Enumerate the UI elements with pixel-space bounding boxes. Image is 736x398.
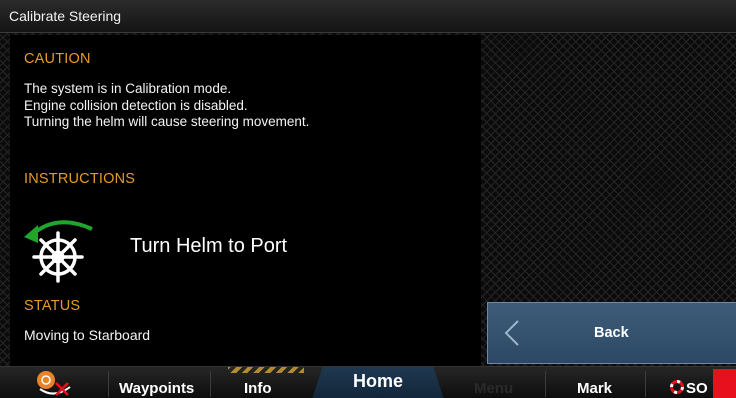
tab-menu-label: Menu: [474, 380, 514, 397]
tab-info-label: Info: [244, 380, 272, 397]
calibration-panel: CAUTION The system is in Calibration mod…: [10, 35, 481, 366]
instruction-row: Turn Helm to Port: [22, 213, 462, 285]
status-text: Moving to Starboard: [24, 327, 151, 343]
helm-wheel-icon: [24, 220, 93, 283]
caution-line: Turning the helm will cause steering mov…: [24, 114, 310, 129]
caution-line: The system is in Calibration mode.: [24, 81, 232, 96]
back-button[interactable]: Back: [487, 302, 736, 364]
tab-waypoints-label: Waypoints: [119, 380, 195, 397]
tab-menu[interactable]: Menu: [446, 367, 544, 398]
bottom-toolbar: Waypoints Info Home Menu Mark SO: [0, 366, 736, 398]
back-button-label: Back: [594, 325, 629, 341]
caution-heading: CAUTION: [24, 51, 91, 67]
tab-home[interactable]: Home: [312, 367, 444, 398]
instruction-text: Turn Helm to Port: [130, 235, 288, 257]
tab-info[interactable]: Info: [212, 367, 310, 398]
instructions-heading: INSTRUCTIONS: [24, 171, 136, 187]
caution-text: The system is in Calibration mode. Engin…: [24, 81, 309, 131]
tab-waypoints[interactable]: Waypoints: [110, 367, 210, 398]
tab-sos-label: SO: [686, 380, 708, 397]
title-bar: Calibrate Steering: [0, 0, 736, 33]
tab-mark-label: Mark: [577, 380, 613, 397]
tab-mark[interactable]: Mark: [546, 367, 644, 398]
window-title: Calibrate Steering: [9, 8, 122, 24]
lifebuoy-icon: [670, 380, 684, 394]
toolbar-divider: [108, 371, 109, 397]
sos-red-block: [713, 369, 736, 398]
chevron-left-icon: [504, 320, 519, 346]
tab-sos[interactable]: SO: [646, 367, 713, 398]
autopilot-icon[interactable]: [32, 369, 76, 398]
status-heading: STATUS: [24, 298, 81, 314]
tab-home-label: Home: [352, 371, 403, 391]
toolbar-divider: [210, 371, 211, 397]
caution-line: Engine collision detection is disabled.: [24, 97, 248, 113]
